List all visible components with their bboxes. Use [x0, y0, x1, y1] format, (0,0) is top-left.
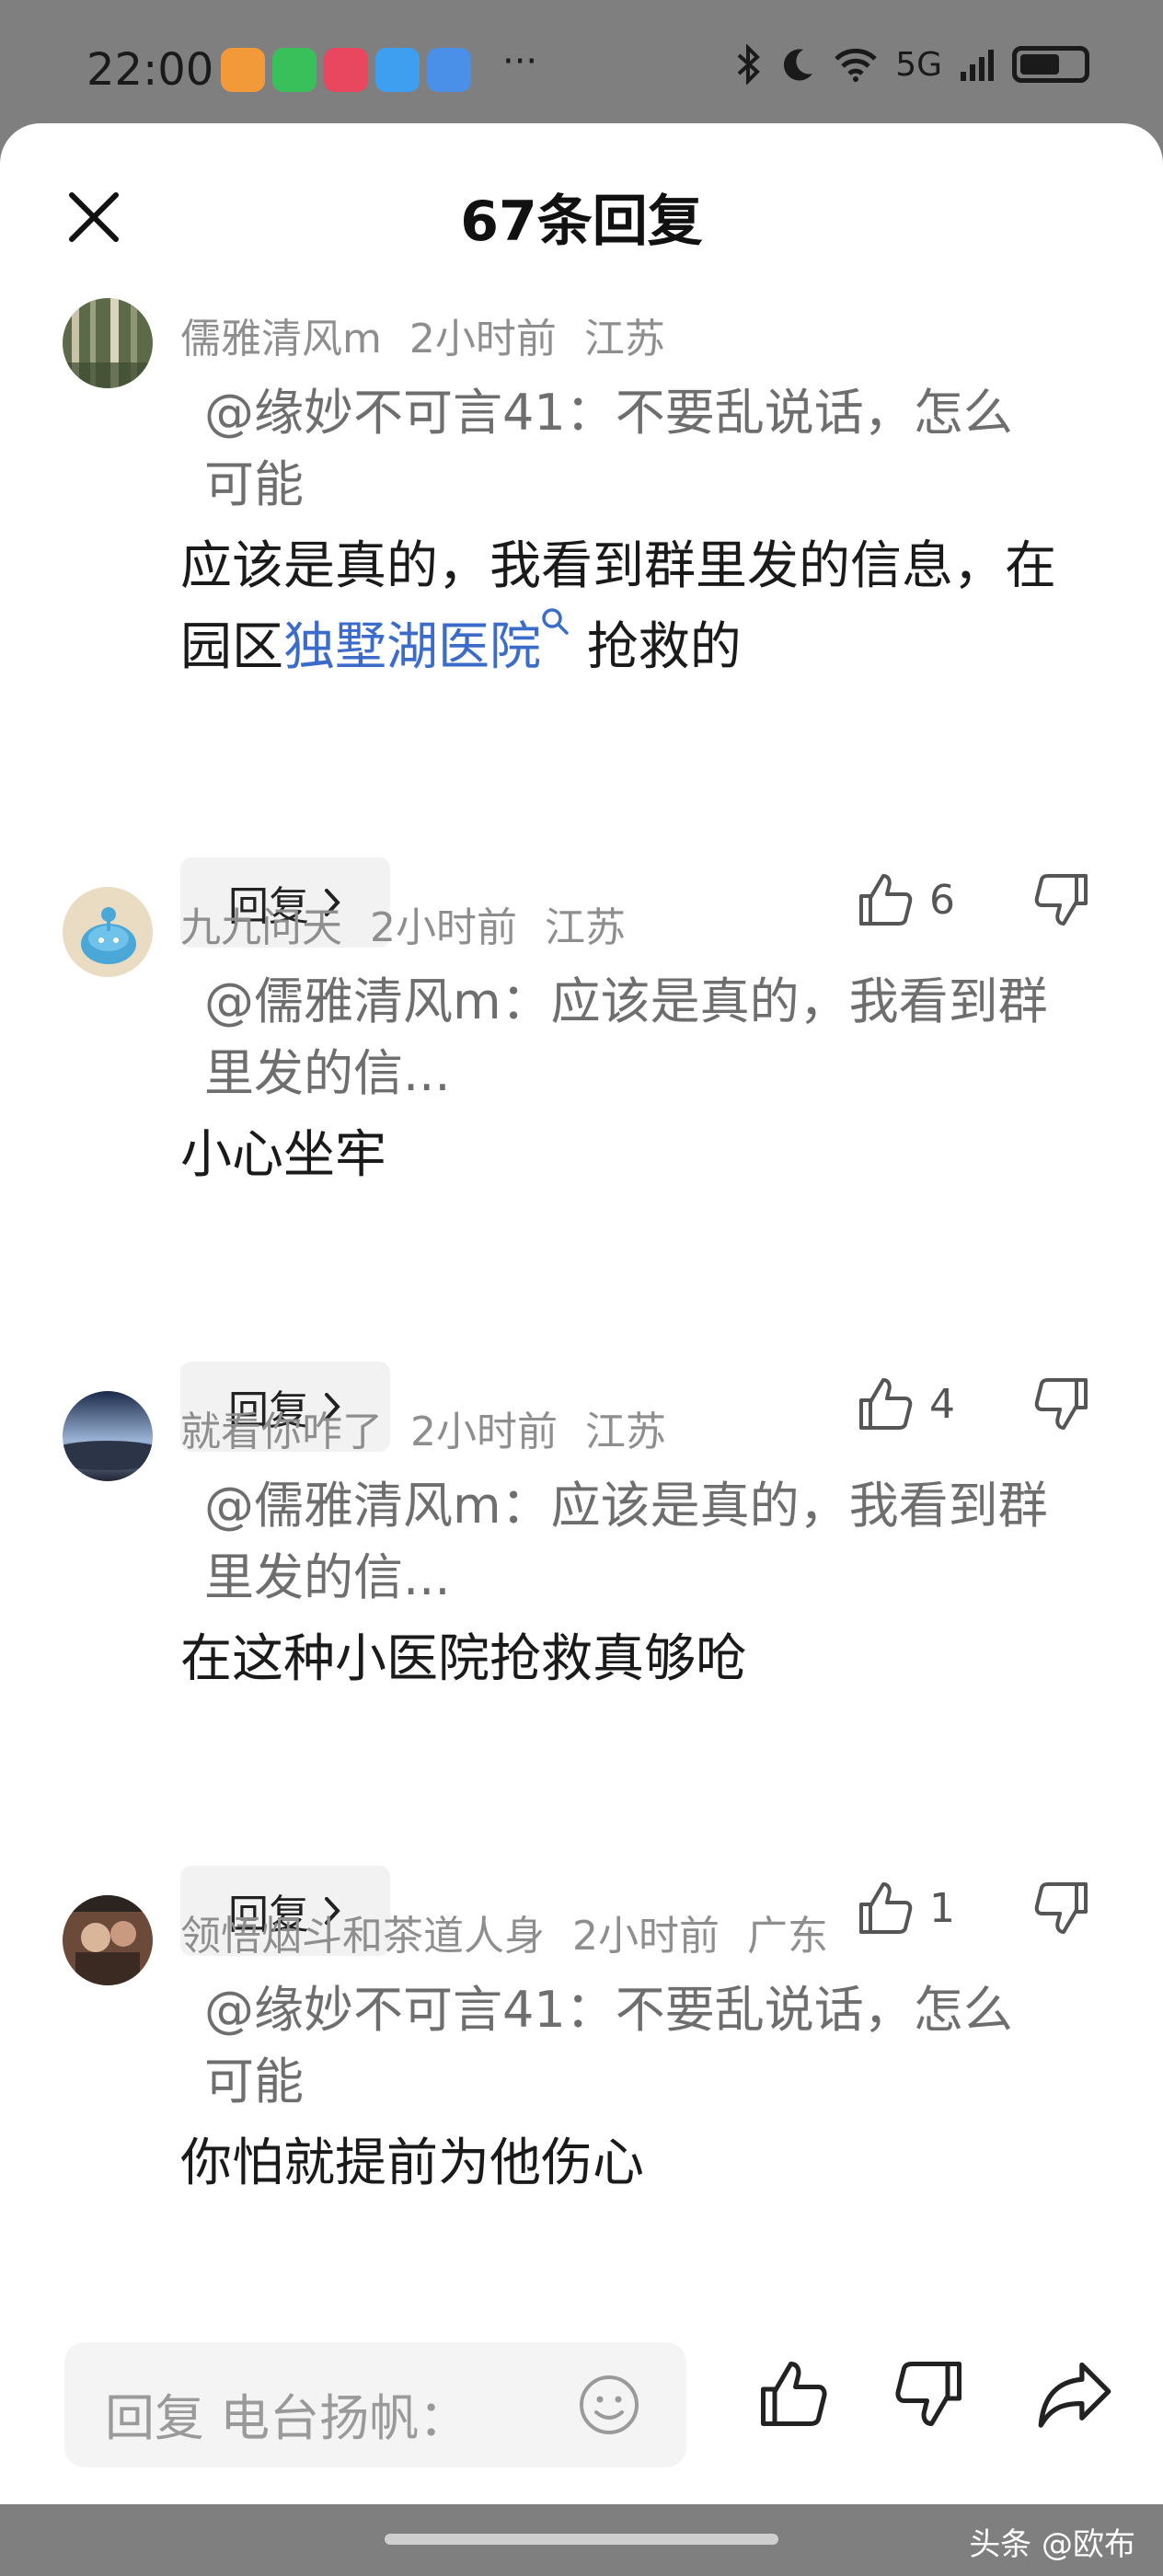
comment-location: 江苏 — [545, 904, 626, 951]
comment-text: 应该是真的，我看到群里发的信息，在园区独墅湖医院 抢救的 — [180, 526, 1100, 688]
comment-time: 2小时前 — [409, 316, 557, 362]
comment-text: 你怕就提前为他伤心 — [180, 2133, 644, 2193]
like-count: 6 — [929, 876, 955, 924]
status-bar: 22:00 ··· 5G — [0, 0, 1163, 129]
system-status-icons: 5G — [735, 44, 1089, 85]
avatar[interactable] — [63, 1391, 153, 1481]
smiley-icon[interactable] — [576, 2372, 642, 2438]
quoted-comment: @儒雅清风m：应该是真的，我看到群里发的信... — [204, 972, 1048, 1102]
comment-location: 江苏 — [585, 1409, 666, 1455]
gesture-area: 头条 @欧布 — [0, 2504, 1163, 2576]
like-count: 4 — [929, 1380, 955, 1428]
comment-text: 小心坐牢 — [180, 1125, 386, 1185]
avatar[interactable] — [63, 1895, 153, 1985]
reply-input-placeholder: 回复 电台扬帆： — [105, 2389, 469, 2447]
comment-meta: 九九问天 2小时前 江苏 — [180, 894, 653, 953]
reply-input-bar: 回复 电台扬帆： — [0, 2311, 1163, 2504]
notification-icons — [221, 48, 471, 92]
comment-location: 江苏 — [583, 316, 665, 362]
thumbs-down-icon[interactable] — [1032, 870, 1091, 929]
comment-meta: 儒雅清风m 2小时前 江苏 — [180, 305, 693, 364]
signal-icon — [961, 50, 994, 81]
username[interactable]: 领悟烟斗和茶道人身 — [180, 1913, 545, 1960]
status-time: 22:00 — [86, 44, 214, 96]
share-icon[interactable] — [1036, 2357, 1113, 2431]
like-button[interactable]: 1 — [856, 1879, 966, 1938]
quoted-comment: @儒雅清风m：应该是真的，我看到群里发的信... — [204, 1477, 1048, 1606]
avatar[interactable] — [63, 298, 153, 388]
home-indicator[interactable] — [385, 2534, 778, 2545]
page-title: 67条回复 — [460, 190, 703, 254]
battery-icon — [1012, 46, 1089, 83]
replies-sheet: 67条回复 儒雅清风m 2小时前 江苏 @缘妙不可言41：不要乱说话，怎么可能 应该… — [0, 123, 1163, 2504]
thumbs-up-icon — [859, 1378, 913, 1430]
quoted-comment: @缘妙不可言41：不要乱说话，怎么可能 — [204, 384, 1013, 513]
search-icon — [542, 608, 569, 635]
comment-time: 2小时前 — [572, 1913, 720, 1960]
avatar[interactable] — [63, 887, 153, 977]
comment-meta: 领悟烟斗和茶道人身 2小时前 广东 — [180, 1903, 856, 1961]
thumbs-up-icon — [859, 874, 913, 926]
sheet-header: 67条回复 — [0, 123, 1163, 304]
comment-time: 2小时前 — [410, 1409, 558, 1455]
thumbs-down-icon[interactable] — [1032, 1374, 1091, 1433]
video-app-icon — [324, 48, 368, 92]
thumbs-up-icon[interactable] — [756, 2357, 830, 2431]
weather-app-icon — [427, 48, 471, 92]
username[interactable]: 就看你咋了 — [180, 1409, 383, 1455]
comment-location: 广东 — [747, 1913, 828, 1960]
comment-text: 在这种小医院抢救真够呛 — [180, 1629, 747, 1689]
reader-app-icon — [375, 48, 420, 92]
app-notification-icon — [221, 48, 265, 92]
comment-meta: 就看你咋了 2小时前 江苏 — [180, 1398, 694, 1457]
moon-icon — [784, 49, 813, 81]
bluetooth-icon — [737, 44, 761, 85]
thumbs-up-icon — [859, 1882, 913, 1934]
more-notifications: ··· — [502, 40, 538, 83]
like-button[interactable]: 6 — [856, 870, 966, 929]
wechat-icon — [272, 48, 317, 92]
search-link-label: 独墅湖医院 — [283, 617, 541, 677]
network-type: 5G — [895, 45, 942, 84]
quoted-comment: @缘妙不可言41：不要乱说话，怎么可能 — [204, 1981, 1013, 2110]
comment-time: 2小时前 — [370, 904, 517, 951]
reply-input[interactable]: 回复 电台扬帆： — [64, 2342, 686, 2467]
thumbs-down-icon[interactable] — [1032, 1879, 1091, 1938]
like-count: 1 — [929, 1884, 955, 1932]
like-button[interactable]: 4 — [856, 1374, 966, 1433]
watermark: 头条 @欧布 — [969, 2526, 1135, 2563]
comment-text-part: 抢救的 — [570, 617, 742, 677]
wifi-icon — [835, 48, 877, 82]
username[interactable]: 九九问天 — [180, 904, 342, 951]
username[interactable]: 儒雅清风m — [180, 316, 382, 362]
search-link[interactable]: 独墅湖医院 — [283, 608, 570, 677]
thumbs-down-icon[interactable] — [892, 2357, 966, 2431]
